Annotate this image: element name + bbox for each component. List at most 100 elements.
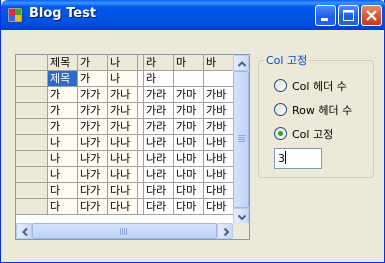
- grid-cell[interactable]: 나바: [204, 167, 234, 183]
- grid-cell[interactable]: 나: [48, 135, 78, 151]
- window-title: Blog Test: [29, 6, 97, 21]
- grid-cell[interactable]: 제목: [48, 71, 78, 87]
- grid-cell[interactable]: 가: [48, 103, 78, 119]
- grid-cell[interactable]: 나라: [144, 135, 174, 151]
- grid-cell[interactable]: 나바: [204, 135, 234, 151]
- row-header-cell[interactable]: [16, 87, 48, 103]
- row-header-cell[interactable]: [16, 183, 48, 199]
- column-header-cell[interactable]: 마: [174, 55, 204, 71]
- grid-cell[interactable]: 다마: [174, 199, 204, 215]
- grid-cell[interactable]: 가나: [108, 87, 138, 103]
- grid-cell[interactable]: 가마: [174, 119, 204, 135]
- row-header-cell[interactable]: [16, 135, 48, 151]
- grid-cell[interactable]: 가: [78, 71, 108, 87]
- scroll-up-button[interactable]: [233, 55, 249, 71]
- grid-cell[interactable]: 다가: [78, 199, 108, 215]
- grid-cell[interactable]: 나가: [78, 135, 108, 151]
- horizontal-scroll-thumb[interactable]: [32, 223, 217, 239]
- row-header-cell[interactable]: [16, 167, 48, 183]
- grid-cell[interactable]: 나가: [78, 151, 108, 167]
- grid-cell[interactable]: 나나: [108, 135, 138, 151]
- grid-cell[interactable]: 가나: [108, 103, 138, 119]
- radio-button[interactable]: [274, 79, 287, 92]
- grid-cell[interactable]: 나마: [174, 151, 204, 167]
- column-header-cell[interactable]: 제목: [48, 55, 78, 71]
- grid-cell[interactable]: 가바: [204, 103, 234, 119]
- grid-cell[interactable]: 가: [48, 119, 78, 135]
- grid-cell[interactable]: 나: [108, 71, 138, 87]
- scrollbar-corner: [233, 223, 249, 239]
- grid-cell[interactable]: 나나: [108, 151, 138, 167]
- input-value: 3: [278, 152, 285, 165]
- grid-cell[interactable]: 다: [48, 183, 78, 199]
- grid-cell[interactable]: 다바: [204, 199, 234, 215]
- grid-cell[interactable]: 가: [48, 87, 78, 103]
- title-bar[interactable]: Blog Test: [1, 0, 385, 30]
- grid-cell[interactable]: 다나: [108, 199, 138, 215]
- grid-cell[interactable]: 가바: [204, 87, 234, 103]
- minimize-icon: [321, 18, 328, 21]
- column-header-cell[interactable]: 나: [108, 55, 138, 71]
- grid-cell[interactable]: 다라: [144, 199, 174, 215]
- grid-cell[interactable]: 나라: [144, 167, 174, 183]
- grid-cell[interactable]: 다라: [144, 183, 174, 199]
- grid-cell[interactable]: 나바: [204, 151, 234, 167]
- scroll-down-button[interactable]: [233, 208, 249, 224]
- grid-cell[interactable]: [204, 71, 234, 87]
- scroll-right-button[interactable]: [217, 223, 233, 239]
- row-header-cell[interactable]: [16, 103, 48, 119]
- grid-cell[interactable]: 다바: [204, 183, 234, 199]
- grid-cell[interactable]: 나: [48, 167, 78, 183]
- grid-cell[interactable]: 가라: [144, 119, 174, 135]
- row-header-cell[interactable]: [16, 119, 48, 135]
- vertical-scroll-thumb[interactable]: [233, 71, 249, 208]
- col-count-input[interactable]: 3: [274, 148, 322, 169]
- column-header-cell[interactable]: 가: [78, 55, 108, 71]
- grid-cell[interactable]: 다나: [108, 183, 138, 199]
- grid-cell[interactable]: 가가: [78, 87, 108, 103]
- grid-cell[interactable]: 라: [144, 71, 174, 87]
- close-icon: [366, 10, 377, 21]
- maximize-icon: [343, 10, 354, 21]
- maximize-button[interactable]: [338, 5, 359, 26]
- scroll-left-button[interactable]: [16, 223, 32, 239]
- arrow-right-icon: [223, 227, 230, 237]
- grid-cell[interactable]: 나라: [144, 151, 174, 167]
- grid-cell[interactable]: 다마: [174, 183, 204, 199]
- row-header-cell[interactable]: [16, 199, 48, 215]
- grid-cell[interactable]: 나: [48, 151, 78, 167]
- arrow-up-icon: [237, 61, 247, 67]
- grid-cell[interactable]: 가라: [144, 87, 174, 103]
- grid-cell[interactable]: 가바: [204, 119, 234, 135]
- grid-cell[interactable]: [174, 71, 204, 87]
- column-header-cell[interactable]: 바: [204, 55, 234, 71]
- grid-cell[interactable]: 가마: [174, 87, 204, 103]
- row-header-cell[interactable]: [16, 151, 48, 167]
- grid-cell[interactable]: 다: [48, 199, 78, 215]
- row-header-cell[interactable]: [16, 71, 48, 87]
- radio-label: Row 헤더 수: [292, 104, 353, 117]
- minimize-button[interactable]: [315, 5, 336, 26]
- grid-cell[interactable]: 나가: [78, 167, 108, 183]
- grid-cell[interactable]: 가가: [78, 103, 108, 119]
- close-button[interactable]: [361, 5, 382, 26]
- grid-cell[interactable]: 가나: [108, 119, 138, 135]
- grid-cell[interactable]: 가라: [144, 103, 174, 119]
- app-window: Blog Test 제목 가 나 라 마 바 제목 가 나 라 가 가가 가나 가라 가마 가바 가 가가 가나 가라…: [0, 0, 385, 263]
- radio-button[interactable]: [274, 127, 287, 140]
- grid-cell[interactable]: 나마: [174, 167, 204, 183]
- data-grid[interactable]: 제목 가 나 라 마 바 제목 가 나 라 가 가가 가나 가라 가마 가바 가 가가 가나 가라 가마 가바 가 가가 가나 가…: [15, 54, 250, 240]
- grid-cell[interactable]: 나나: [108, 167, 138, 183]
- radio-label: Col 고정: [292, 128, 334, 141]
- grid-cell[interactable]: 나마: [174, 135, 204, 151]
- grid-cell[interactable]: 가가: [78, 119, 108, 135]
- radio-button[interactable]: [274, 103, 287, 116]
- grid-corner-cell[interactable]: [16, 55, 48, 71]
- grid-cell[interactable]: 다가: [78, 183, 108, 199]
- vertical-scrollbar[interactable]: [233, 55, 249, 224]
- horizontal-scrollbar[interactable]: [16, 223, 233, 239]
- column-header-cell[interactable]: 라: [144, 55, 174, 71]
- app-icon: [7, 7, 23, 23]
- text-caret: [285, 151, 286, 164]
- grid-cell[interactable]: 가마: [174, 103, 204, 119]
